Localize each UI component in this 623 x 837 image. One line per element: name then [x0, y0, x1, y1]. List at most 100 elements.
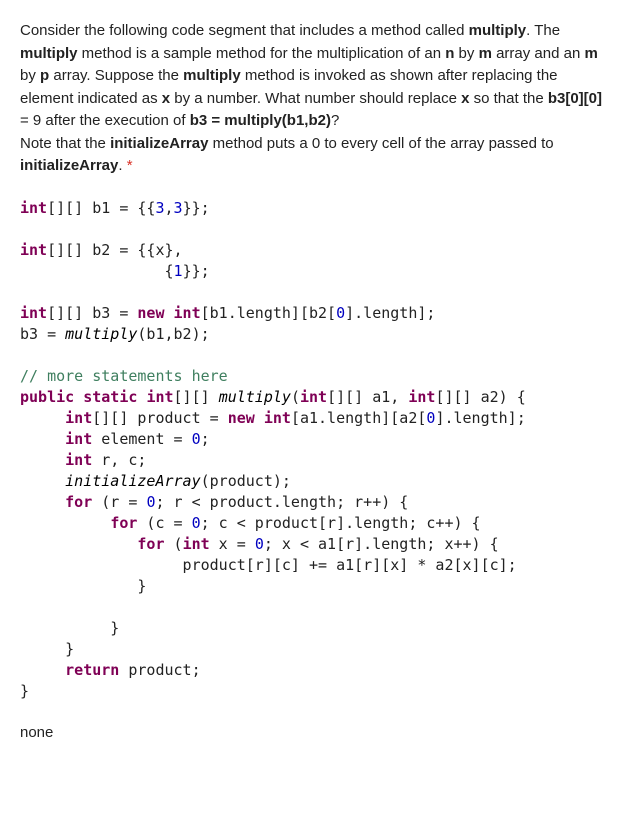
method-multiply: multiply — [219, 388, 291, 406]
code-text: [][] b2 = {{x}, — [47, 241, 182, 259]
kw-int: int — [20, 199, 47, 217]
bold-b3index: b3[0][0] — [548, 90, 602, 107]
kw-public: public — [20, 388, 74, 406]
prompt-text: so that the — [469, 90, 547, 107]
code-text — [20, 493, 65, 511]
code-text — [20, 451, 65, 469]
num-literal: 0 — [255, 535, 264, 553]
code-text — [255, 409, 264, 427]
bold-multiply-3: multiply — [183, 67, 241, 84]
kw-new: new — [137, 304, 164, 322]
kw-return: return — [65, 661, 119, 679]
prompt-text: Consider the following code segment that… — [20, 22, 469, 39]
num-literal: 3 — [155, 199, 164, 217]
code-text — [20, 661, 65, 679]
prompt-text: ? — [331, 112, 339, 129]
kw-static: static — [83, 388, 137, 406]
kw-int: int — [146, 388, 173, 406]
kw-int: int — [20, 304, 47, 322]
code-text: element = — [92, 430, 191, 448]
bold-m-1: m — [479, 45, 492, 62]
kw-int: int — [300, 388, 327, 406]
prompt-text: array. Suppose the — [49, 67, 183, 84]
kw-int: int — [183, 535, 210, 553]
code-text: [][] — [174, 388, 219, 406]
kw-int: int — [65, 430, 92, 448]
code-text: r, c; — [92, 451, 146, 469]
code-text: , — [165, 199, 174, 217]
method-multiply: multiply — [65, 325, 137, 343]
kw-int: int — [174, 304, 201, 322]
kw-for: for — [65, 493, 92, 511]
code-text: [][] b3 = — [47, 304, 137, 322]
code-text: } — [20, 619, 119, 637]
code-text: (r = — [92, 493, 146, 511]
code-text: ; x < a1[r].length; x++) { — [264, 535, 499, 553]
prompt-text: array and an — [492, 45, 585, 62]
code-text: ( — [291, 388, 300, 406]
code-text: [][] product = — [92, 409, 227, 427]
bold-multiply-2: multiply — [20, 45, 78, 62]
code-text: [][] b1 = {{ — [47, 199, 155, 217]
prompt-text: Note that the — [20, 135, 110, 152]
code-text — [20, 514, 110, 532]
bold-x-1: x — [162, 90, 170, 107]
code-text: ; r < product.length; r++) { — [155, 493, 408, 511]
code-text: [b1.length][b2[ — [201, 304, 336, 322]
kw-for: for — [137, 535, 164, 553]
bold-initarr-1: initializeArray — [110, 135, 208, 152]
code-text — [20, 535, 137, 553]
prompt-text: by — [454, 45, 478, 62]
code-segment: int[][] b1 = {{3,3}}; int[][] b2 = {{x},… — [20, 198, 603, 702]
code-comment: // more statements here — [20, 367, 228, 385]
kw-for: for — [110, 514, 137, 532]
bold-n: n — [445, 45, 454, 62]
code-text — [20, 472, 65, 490]
code-text: } — [20, 577, 146, 595]
code-text: (b1,b2); — [137, 325, 209, 343]
code-text: }}; — [183, 199, 210, 217]
code-text: { — [20, 262, 174, 280]
kw-int: int — [65, 409, 92, 427]
kw-int: int — [65, 451, 92, 469]
code-text: [a1.length][a2[ — [291, 409, 426, 427]
num-literal: 1 — [174, 262, 183, 280]
code-text: ].length]; — [435, 409, 525, 427]
num-literal: 0 — [192, 514, 201, 532]
code-text: [][] a2) { — [435, 388, 525, 406]
required-star: * — [123, 157, 133, 174]
code-text: product; — [119, 661, 200, 679]
code-text: [][] a1, — [327, 388, 408, 406]
kw-int: int — [20, 241, 47, 259]
code-text: b3 = — [20, 325, 65, 343]
kw-new: new — [228, 409, 255, 427]
prompt-text: by — [20, 67, 40, 84]
num-literal: 3 — [174, 199, 183, 217]
question-prompt: Consider the following code segment that… — [20, 20, 603, 178]
code-text: (c = — [137, 514, 191, 532]
prompt-text: = 9 after the execution of — [20, 112, 190, 129]
bold-initarr-2: initializeArray — [20, 157, 118, 174]
code-text: ; — [201, 430, 210, 448]
bold-p: p — [40, 67, 49, 84]
code-text: }}; — [183, 262, 210, 280]
code-text: (product); — [201, 472, 291, 490]
answer-text: none — [20, 722, 603, 745]
bold-multiply-1: multiply — [469, 22, 527, 39]
code-text — [20, 430, 65, 448]
method-initarray: initializeArray — [65, 472, 200, 490]
num-literal: 0 — [336, 304, 345, 322]
kw-int: int — [264, 409, 291, 427]
code-text: product[r][c] += a1[r][x] * a2[x][c]; — [20, 556, 517, 574]
kw-int: int — [408, 388, 435, 406]
code-text — [74, 388, 83, 406]
code-text: ( — [165, 535, 183, 553]
code-text — [165, 304, 174, 322]
code-text: ; c < product[r].length; c++) { — [201, 514, 481, 532]
num-literal: 0 — [192, 430, 201, 448]
code-text: } — [20, 640, 74, 658]
prompt-text: by a number. What number should replace — [170, 90, 461, 107]
bold-b3assign: b3 = multiply(b1,b2) — [190, 112, 331, 129]
code-text: ].length]; — [345, 304, 435, 322]
prompt-text: . The — [526, 22, 560, 39]
